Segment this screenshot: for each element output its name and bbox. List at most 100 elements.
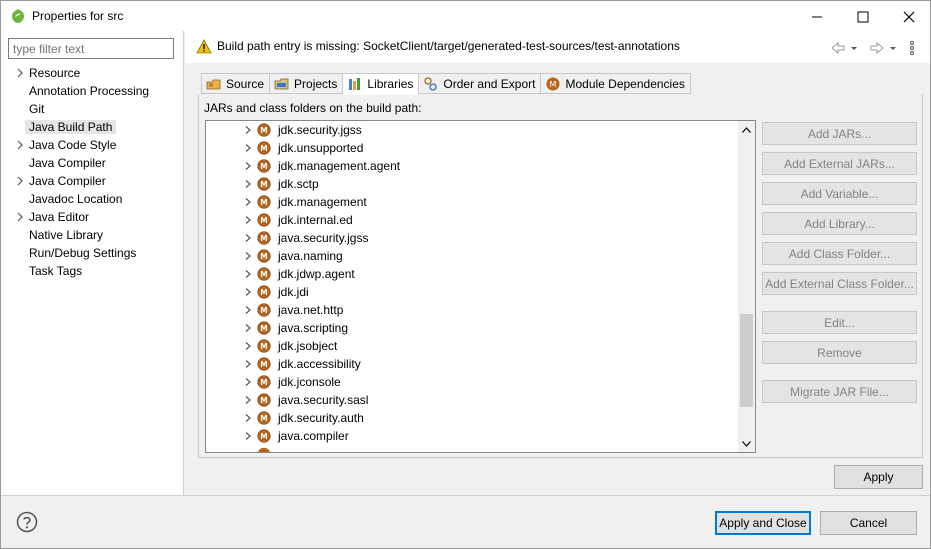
close-button[interactable]	[886, 1, 931, 32]
library-button-add-jars[interactable]: Add JARs...	[762, 122, 917, 145]
library-entry-label: java.scripting	[278, 321, 349, 335]
back-menu-icon[interactable]	[851, 47, 857, 50]
tree-item-label: Run/Debug Settings	[29, 246, 137, 260]
library-entry[interactable]: Mjdk.management	[206, 193, 741, 211]
scroll-thumb[interactable]	[740, 314, 753, 407]
source-folder-icon	[206, 79, 221, 89]
library-entry[interactable]: Mjava.net.http	[206, 301, 741, 319]
minimize-button[interactable]	[794, 1, 840, 32]
tree-item[interactable]: Java Compiler	[1, 172, 184, 190]
svg-text:M: M	[260, 414, 267, 423]
chevron-right-icon[interactable]	[244, 252, 252, 260]
library-entry[interactable]: Mjdk.security.jgss	[206, 121, 741, 139]
filter-input[interactable]	[8, 38, 174, 59]
tree-item[interactable]: Annotation Processing	[1, 82, 184, 100]
chevron-right-icon[interactable]	[244, 378, 252, 386]
library-entry[interactable]: Mjdk.jsobject	[206, 337, 741, 355]
chevron-right-icon[interactable]	[244, 144, 252, 152]
tree-item[interactable]: Javadoc Location	[1, 190, 184, 208]
libraries-tree[interactable]: Mjdk.security.jgss Mjdk.unsupported Mjdk.m…	[205, 120, 756, 453]
apply-button[interactable]: Apply	[834, 465, 923, 489]
tab-label: Projects	[294, 76, 338, 91]
chevron-right-icon[interactable]	[244, 414, 252, 422]
library-button-migrate-jar-file[interactable]: Migrate JAR File...	[762, 380, 917, 403]
library-entry[interactable]: Mjava.security.jgss	[206, 229, 741, 247]
library-entry[interactable]: Mjdk.sctp	[206, 175, 741, 193]
tree-item[interactable]: Java Compiler	[1, 154, 184, 172]
library-entry[interactable]: Mjdk.jdi	[206, 283, 741, 301]
library-entry[interactable]: Mjava.compiler	[206, 427, 741, 445]
chevron-right-icon[interactable]	[244, 162, 252, 170]
back-arrow-icon[interactable]	[831, 41, 845, 55]
library-entry[interactable]: Mjdk.jconsole	[206, 373, 741, 391]
window-title: Properties for src	[32, 9, 124, 23]
tree-item-label: Task Tags	[29, 264, 83, 278]
chevron-right-icon[interactable]	[244, 270, 252, 278]
tree-item[interactable]: Resource	[1, 64, 184, 82]
library-button-add-external-class-folder[interactable]: Add External Class Folder...	[762, 272, 917, 295]
library-entry-label: jdk.management.agent	[278, 159, 401, 173]
chevron-right-icon[interactable]	[15, 212, 25, 222]
chevron-right-icon[interactable]	[244, 306, 252, 314]
module-icon: M	[257, 375, 271, 389]
apply-and-close-button[interactable]: Apply and Close	[715, 511, 811, 535]
library-button-add-class-folder[interactable]: Add Class Folder...	[762, 242, 917, 265]
tab-source[interactable]: Source	[201, 73, 271, 94]
scroll-down-button[interactable]	[738, 435, 755, 452]
chevron-right-icon[interactable]	[244, 360, 252, 368]
tree-item[interactable]: Run/Debug Settings	[1, 244, 184, 262]
forward-arrow-icon[interactable]	[870, 41, 884, 55]
vertical-scrollbar[interactable]	[738, 121, 755, 452]
tree-item[interactable]: Git	[1, 100, 184, 118]
library-entry[interactable]: Mjdk.security.auth	[206, 409, 741, 427]
library-entry[interactable]: Mjdk.management.agent	[206, 157, 741, 175]
tab-order-and-export[interactable]: Order and Export	[419, 73, 542, 94]
tree-item[interactable]: Task Tags	[1, 262, 184, 280]
library-entry[interactable]: Mjava.scripting	[206, 319, 741, 337]
chevron-right-icon[interactable]	[244, 126, 252, 134]
forward-menu-icon[interactable]	[890, 47, 896, 50]
chevron-right-icon[interactable]	[244, 288, 252, 296]
module-icon: M	[257, 357, 271, 371]
chevron-right-icon[interactable]	[244, 432, 252, 440]
tree-item[interactable]: Java Editor	[1, 208, 184, 226]
library-entry[interactable]: Mjdk.jdwp.agent	[206, 265, 741, 283]
tree-item-label: Java Compiler	[29, 174, 106, 188]
library-entry[interactable]: Mjdk.internal.ed	[206, 211, 741, 229]
view-menu-icon[interactable]	[910, 41, 914, 55]
chevron-right-icon[interactable]	[244, 234, 252, 242]
library-entry[interactable]: Mjava.security.sasl	[206, 391, 741, 409]
chevron-right-icon[interactable]	[244, 198, 252, 206]
chevron-right-icon[interactable]	[244, 342, 252, 350]
help-icon[interactable]	[16, 511, 38, 533]
chevron-up-icon	[742, 126, 751, 133]
library-entry[interactable]: Mjdk.unsupported	[206, 139, 741, 157]
library-button-remove[interactable]: Remove	[762, 341, 917, 364]
chevron-right-icon[interactable]	[244, 396, 252, 404]
chevron-right-icon[interactable]	[244, 180, 252, 188]
cancel-button[interactable]: Cancel	[820, 511, 917, 535]
chevron-right-icon[interactable]	[15, 68, 25, 78]
tree-item[interactable]: Java Build Path	[1, 118, 184, 136]
maximize-button[interactable]	[840, 1, 886, 32]
scroll-up-button[interactable]	[738, 121, 755, 138]
library-button-add-external-jars[interactable]: Add External JARs...	[762, 152, 917, 175]
chevron-right-icon[interactable]	[244, 216, 252, 224]
library-entry-label: java.security.sasl	[278, 393, 369, 407]
tree-item-label: Java Editor	[29, 210, 90, 224]
chevron-right-icon[interactable]	[15, 176, 25, 186]
tree-item[interactable]: Native Library	[1, 226, 184, 244]
svg-text:M: M	[260, 198, 267, 207]
tab-module-dependencies[interactable]: M Module Dependencies	[541, 73, 691, 94]
minimize-icon	[812, 16, 822, 17]
library-button-edit[interactable]: Edit...	[762, 311, 917, 334]
tree-item[interactable]: Java Code Style	[1, 136, 184, 154]
library-entry[interactable]: Mjava.naming	[206, 247, 741, 265]
chevron-right-icon[interactable]	[15, 140, 25, 150]
tab-projects[interactable]: Projects	[270, 73, 344, 94]
library-button-add-variable[interactable]: Add Variable...	[762, 182, 917, 205]
chevron-right-icon[interactable]	[244, 324, 252, 332]
library-entry[interactable]: Mjdk.accessibility	[206, 355, 741, 373]
library-button-add-library[interactable]: Add Library...	[762, 212, 917, 235]
tab-libraries[interactable]: Libraries	[343, 73, 420, 95]
